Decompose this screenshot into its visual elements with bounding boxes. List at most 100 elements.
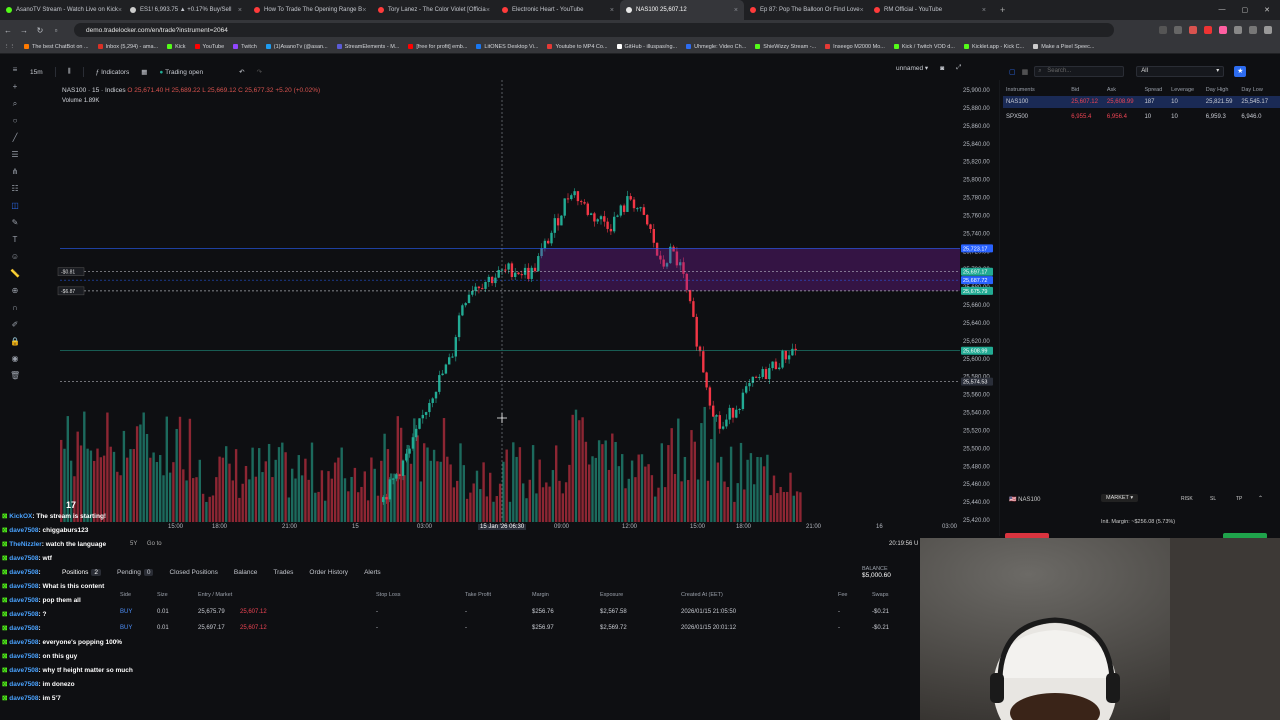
instrument-column-header[interactable]: Day High [1206,87,1242,93]
camera-icon[interactable]: ◙ [940,65,944,72]
browser-tab[interactable]: Ep 87: Pop The Balloon Or Find Love × [744,0,868,20]
pencil-lock-icon[interactable]: ✐ [10,321,20,329]
tp-button[interactable]: TP [1236,496,1242,502]
close-tab-icon[interactable]: × [734,7,738,14]
pitchfork-icon[interactable]: ⋔ [10,168,20,176]
text-icon[interactable]: T [10,236,20,244]
search-input[interactable]: ⌕ Search... [1034,66,1125,77]
browser-tab[interactable]: AsanoTV Stream - Watch Live on Kick × [0,0,124,20]
browser-tab[interactable]: RM Official - YouTube × [868,0,992,20]
grid-icon[interactable]: ▦ [1022,68,1029,76]
candle-type-icon[interactable]: ⫼ [68,68,71,76]
maximize-icon[interactable]: ▢ [1242,6,1249,14]
lines-icon[interactable]: ☰ [10,151,20,159]
zoom-out-icon[interactable]: ○ [10,117,20,125]
trendline-icon[interactable]: ╱ [10,134,20,142]
positions-column-header[interactable]: Margin [532,592,549,598]
close-tab-icon[interactable]: × [860,7,864,14]
eye-icon[interactable]: ◉ [10,355,20,363]
bookmark-item[interactable]: LitONES Desktop Vi... [476,44,538,50]
extension-icon[interactable] [1189,26,1197,34]
bookmark-item[interactable]: Youtube to MP4 Co... [547,44,608,50]
positions-column-header[interactable]: Swaps [872,592,889,598]
fib-icon[interactable]: ☷ [10,185,20,193]
lock-icon[interactable]: 🔒 [10,338,20,346]
extension-icon[interactable] [1219,26,1227,34]
bookmark-item[interactable]: GitHub - illuspas/ng... [616,44,677,50]
positions-column-header[interactable]: Take Profit [465,592,491,598]
browser-tab[interactable]: NAS100 25,607.12 × [620,0,744,20]
magnet-icon[interactable]: ∩ [10,304,20,312]
bookmark-manager-icon[interactable]: ▫ [48,26,64,35]
bookmark-item[interactable]: [free for profit] emb... [408,44,467,50]
positions-column-header[interactable]: Exposure [600,592,623,598]
bookmark-item[interactable]: The best ChatBot on ... [24,44,89,50]
instrument-column-header[interactable]: Instruments [1006,87,1071,93]
account-tab[interactable]: Balance [234,569,258,576]
collapse-icon[interactable]: ⌃ [1258,495,1263,502]
timeframe-button[interactable]: 15m [30,69,43,76]
emoji-icon[interactable]: ☺ [10,253,20,261]
bookmark-item[interactable]: Kick [167,44,186,50]
ruler-icon[interactable]: 📏 [10,270,20,278]
browser-tab[interactable]: Tory Lanez - The Color Violet [Officia × [372,0,496,20]
layout-name-select[interactable]: unnamed ▾ [896,64,928,72]
account-tab[interactable]: Order History [309,569,348,576]
instrument-column-header[interactable]: Ask [1107,87,1145,93]
new-tab-button[interactable]: + [992,5,1013,15]
layout-icon[interactable]: ▦ [141,68,147,76]
undo-icon[interactable]: ↶ [239,68,244,76]
minimize-icon[interactable]: — [1219,6,1226,14]
brush-icon[interactable]: ✎ [10,219,20,227]
fullscreen-icon[interactable]: ⤢ [956,64,961,72]
extension-icon[interactable] [1249,26,1257,34]
menu-icon[interactable]: ≡ [10,66,20,74]
back-icon[interactable]: ← [0,26,16,35]
bookmark-item[interactable]: Inbox (5,294) - ama... [97,44,158,50]
bookmark-item[interactable]: Uhmegle: Video Ch... [686,44,746,50]
reload-icon[interactable]: ↻ [32,26,48,35]
redo-icon[interactable]: ↷ [257,68,262,76]
close-tab-icon[interactable]: × [238,7,242,14]
zoom-icon[interactable]: ⌕ [10,100,20,108]
market-order-select[interactable]: MARKET ▾ [1101,494,1139,502]
apps-icon[interactable]: ⋮⋮ [4,44,15,50]
url-input[interactable]: demo.tradelocker.com/en/trade?instrument… [74,23,1114,37]
bookmark-item[interactable]: StreamElements - M... [336,44,399,50]
close-tab-icon[interactable]: × [118,7,122,14]
close-window-icon[interactable]: ✕ [1264,6,1270,14]
magnifier-icon[interactable]: ⊕ [10,287,20,295]
bookmark-item[interactable]: ShieWizzy Stream -... [755,44,816,50]
extension-icon[interactable] [1234,26,1242,34]
indicators-button[interactable]: ƒ Indicators [96,69,130,76]
crosshair-icon[interactable]: + [10,83,20,91]
instrument-row[interactable]: NAS100 25,607.12 25,608.99 187 10 25,821.59 25… [1003,96,1280,108]
close-tab-icon[interactable]: × [362,7,366,14]
instrument-column-header[interactable]: Bid [1071,87,1107,93]
sl-button[interactable]: SL [1210,496,1216,502]
browser-tab[interactable]: How To Trade The Opening Range B × [248,0,372,20]
instrument-column-header[interactable]: Day Low [1241,87,1277,93]
account-tab[interactable]: Alerts [364,569,381,576]
favorites-star-button[interactable]: ★ [1234,66,1247,77]
trash-icon[interactable]: 🗑 [10,372,20,380]
bookmark-item[interactable]: Twitch [233,44,257,50]
instrument-row[interactable]: SPX500 6,955.4 6,956.4 10 10 6,959.3 6,946.0 [1003,111,1280,123]
pattern-icon[interactable]: ◫ [10,202,20,210]
bookmark-item[interactable]: Kick / Twitch VOD d... [893,44,955,50]
bookmark-item[interactable]: (1)AsanoTv (@asan... [265,44,328,50]
positions-column-header[interactable]: Entry / Market [198,592,232,598]
forward-icon[interactable]: → [16,26,32,35]
browser-tab[interactable]: Electronic Heart - YouTube × [496,0,620,20]
instrument-column-header[interactable]: Leverage [1171,87,1206,93]
positions-column-header[interactable]: Fee [838,592,847,598]
bookmark-item[interactable]: Make a Pixel Speec... [1033,44,1094,50]
close-tab-icon[interactable]: × [982,7,986,14]
close-tab-icon[interactable]: × [486,7,490,14]
bookmark-item[interactable]: Inseego M2000 Mo... [825,44,885,50]
view-icon[interactable]: ▢ [1009,68,1016,76]
share-icon[interactable] [1159,26,1167,34]
bookmark-item[interactable]: Kicklet.app - Kick C... [963,44,1024,50]
extension-icon[interactable] [1204,26,1212,34]
close-tab-icon[interactable]: × [610,7,614,14]
